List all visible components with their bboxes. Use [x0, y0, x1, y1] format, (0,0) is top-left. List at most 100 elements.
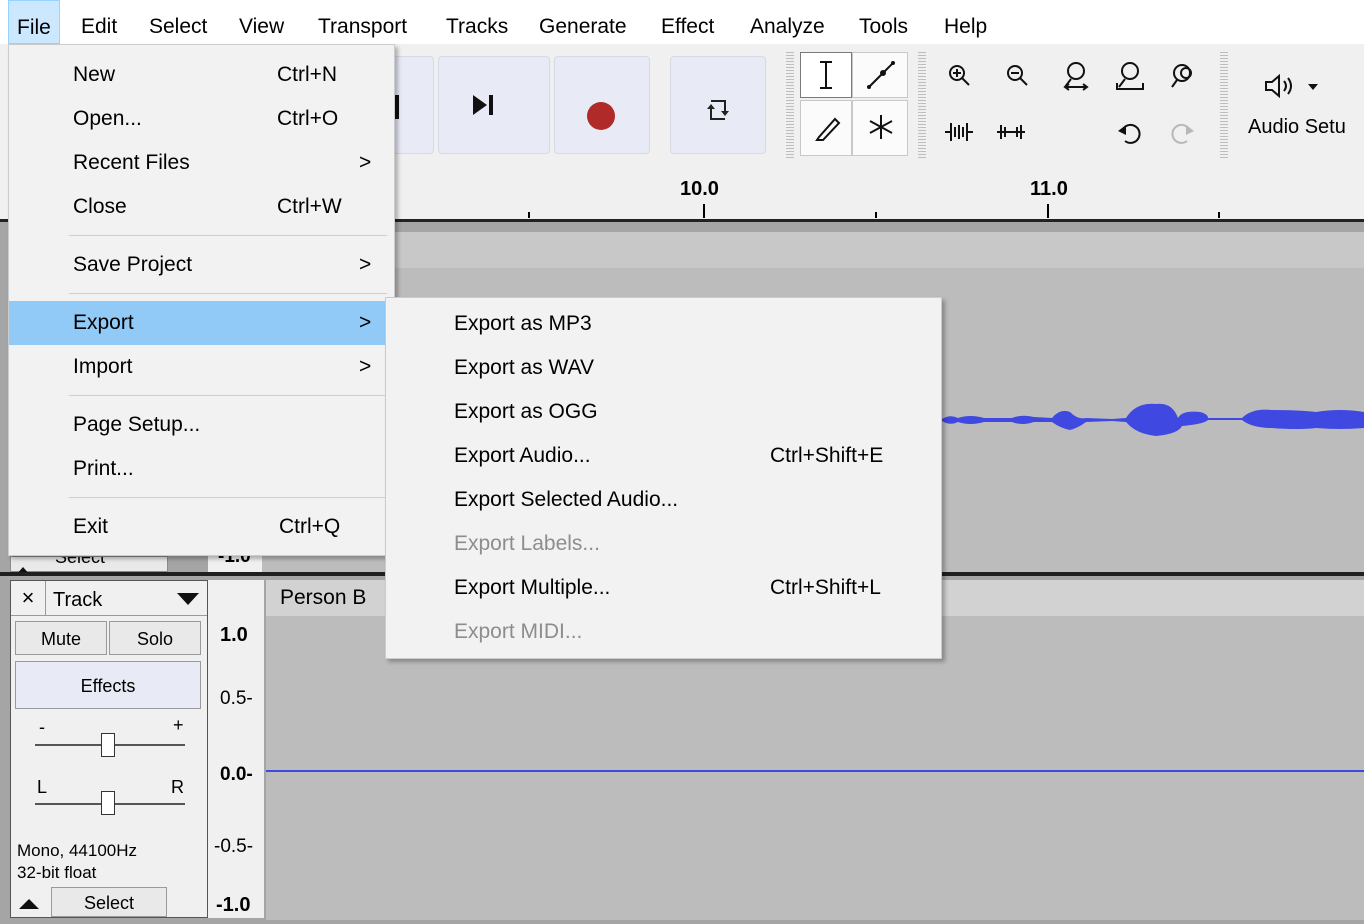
menu-item-close[interactable]: Close Ctrl+W [9, 185, 394, 229]
track1-clip-header[interactable] [262, 232, 1364, 268]
zoom-out-button[interactable] [996, 52, 1038, 98]
fit-selection-button[interactable] [1054, 52, 1096, 98]
clip-name[interactable]: Person B [280, 586, 366, 610]
menu-item-label: Export [73, 311, 134, 334]
zoom-out-icon [1007, 65, 1028, 86]
menu-help[interactable]: Help [936, 0, 995, 44]
menu-item-export-wav[interactable]: Export as WAV [386, 346, 941, 390]
menu-item-shortcut: Ctrl+Shift+L [770, 576, 881, 599]
menu-item-recent-files[interactable]: Recent Files > [9, 141, 394, 185]
ruler-minor-tick [875, 212, 877, 218]
toolbar-grip[interactable] [918, 50, 926, 158]
menu-item-page-setup[interactable]: Page Setup... [9, 403, 394, 447]
submenu-arrow-icon: > [359, 151, 372, 174]
submenu-arrow-icon: > [359, 253, 372, 276]
menu-tracks[interactable]: Tracks [438, 0, 516, 44]
multi-tool-button[interactable] [852, 100, 908, 156]
undo-button[interactable] [1108, 110, 1150, 154]
menu-separator [69, 293, 387, 294]
track1-select-label: Select [55, 556, 106, 567]
draw-tool-button[interactable] [800, 100, 852, 156]
menu-item-export-audio[interactable]: Export Audio... Ctrl+Shift+E [386, 434, 941, 478]
mute-button[interactable]: Mute [15, 621, 107, 655]
trim-button[interactable] [938, 110, 980, 154]
redo-button[interactable] [1160, 110, 1202, 154]
menu-item-new[interactable]: New Ctrl+N [9, 53, 394, 97]
waveform [942, 403, 1364, 436]
menu-generate[interactable]: Generate [531, 0, 635, 44]
track2-vertical-scale[interactable]: 1.0 0.5- 0.0- -0.5- -1.0 [208, 580, 264, 918]
menu-separator [69, 497, 387, 498]
menu-item-save-project[interactable]: Save Project > [9, 243, 394, 287]
menu-edit[interactable]: Edit [73, 0, 125, 44]
zoom-fit-project-icon [1116, 62, 1144, 90]
collapse-track-icon[interactable] [19, 897, 39, 909]
menu-item-print[interactable]: Print... [9, 447, 394, 491]
audio-setup-label: Audio Setu [1248, 116, 1346, 138]
menu-file[interactable]: File [8, 0, 60, 44]
track1-select-button[interactable]: Select [10, 556, 168, 572]
menu-item-shortcut: Ctrl+N [277, 63, 338, 86]
menu-analyze[interactable]: Analyze [742, 0, 833, 44]
menu-item-export-labels: Export Labels... [386, 522, 941, 566]
menu-item-label: New [73, 63, 116, 86]
toolbar-grip[interactable] [786, 50, 794, 158]
fit-project-button[interactable] [1108, 52, 1150, 98]
menu-effect[interactable]: Effect [653, 0, 722, 44]
pan-slider-thumb[interactable] [101, 791, 115, 815]
menu-tools[interactable]: Tools [851, 0, 916, 44]
menu-item-shortcut: Ctrl+Q [279, 515, 341, 538]
record-button[interactable] [554, 56, 650, 154]
submenu-arrow-icon: > [359, 311, 372, 334]
track-name-label[interactable]: Track [53, 581, 102, 619]
zoom-toggle-button[interactable] [1162, 52, 1204, 98]
pan-left-label: L [37, 777, 48, 797]
silence-button[interactable] [990, 110, 1032, 154]
menu-item-label: Save Project [73, 253, 193, 276]
menu-separator [69, 235, 387, 236]
loop-icon [707, 100, 729, 120]
select-track-button[interactable]: Select [51, 887, 167, 917]
scale-label-bottom: -1.0 [216, 894, 251, 916]
ruler-major-tick [703, 204, 705, 218]
menu-select[interactable]: Select [141, 0, 215, 44]
gain-slider-thumb[interactable] [101, 733, 115, 757]
menu-item-export-selected-audio[interactable]: Export Selected Audio... [386, 478, 941, 522]
file-menu: New Ctrl+N Open... Ctrl+O Recent Files >… [8, 44, 395, 556]
menu-separator [69, 395, 387, 396]
toolbar-grip[interactable] [1220, 50, 1228, 158]
menu-view[interactable]: View [231, 0, 292, 44]
track2-title-bar: × Track [11, 581, 207, 616]
collapse-arrow-icon[interactable] [16, 558, 30, 575]
track-menu-dropdown-icon[interactable] [177, 593, 199, 605]
menu-item-label: Import [73, 355, 133, 378]
pencil-icon [815, 117, 841, 141]
menu-bar: File Edit Select View Transport Tracks G… [0, 0, 1364, 44]
zoom-in-button[interactable] [938, 52, 980, 98]
menu-item-export-mp3[interactable]: Export as MP3 [386, 302, 941, 346]
menu-item-import[interactable]: Import > [9, 345, 394, 389]
menu-item-export-ogg[interactable]: Export as OGG [386, 390, 941, 434]
track2-control-panel: × Track Mute Solo Effects - + L R Mono, … [10, 580, 208, 918]
solo-button[interactable]: Solo [109, 621, 201, 655]
menu-item-exit[interactable]: Exit Ctrl+Q [9, 505, 394, 549]
ruler-major-tick [1047, 204, 1049, 218]
skip-end-button[interactable] [438, 56, 550, 154]
i-beam-icon [820, 61, 832, 89]
scale-label-neg-half: -0.5- [214, 836, 254, 857]
audio-setup-button[interactable]: Audio Setu [1240, 50, 1364, 158]
menu-item-export-multiple[interactable]: Export Multiple... Ctrl+Shift+L [386, 566, 941, 610]
menu-item-open[interactable]: Open... Ctrl+O [9, 97, 394, 141]
menu-item-label: Export Labels... [454, 532, 600, 555]
loop-button[interactable] [670, 56, 766, 154]
envelope-tool-button[interactable] [852, 52, 908, 98]
menu-item-label: Export as MP3 [454, 312, 592, 335]
menu-transport[interactable]: Transport [310, 0, 415, 44]
close-track-button[interactable]: × [11, 581, 46, 615]
menu-item-export[interactable]: Export > [9, 301, 394, 345]
menu-item-label: Export Audio... [454, 444, 591, 467]
ruler-minor-tick [528, 212, 530, 218]
effects-button[interactable]: Effects [15, 661, 201, 709]
menu-item-label: Export as WAV [454, 356, 595, 379]
selection-tool-button[interactable] [800, 52, 852, 98]
